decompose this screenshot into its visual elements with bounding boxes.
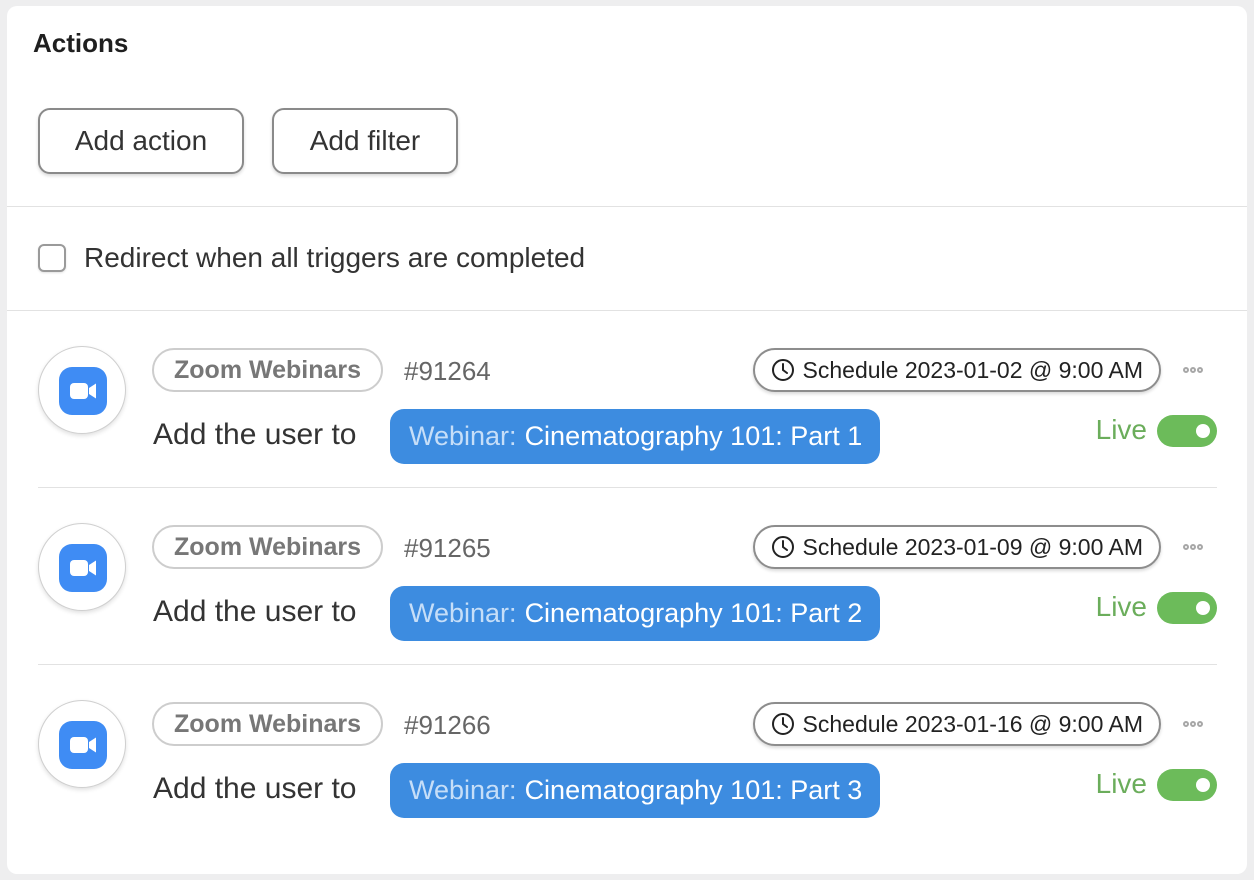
action-row: Zoom Webinars #91264 Schedule 2023-01-02…	[7, 311, 1247, 488]
zoom-video-icon	[59, 544, 107, 592]
schedule-text: Schedule 2023-01-09 @ 9:00 AM	[802, 533, 1143, 560]
section-title: Actions	[33, 28, 129, 58]
more-horizontal-icon[interactable]	[1183, 537, 1217, 551]
clock-icon	[771, 713, 794, 735]
add-filter-button[interactable]: Add filter	[272, 108, 458, 174]
zoom-video-icon	[59, 721, 107, 769]
service-avatar	[38, 346, 126, 434]
target-name: Cinematography 101: Part 3	[524, 775, 863, 805]
redirect-option[interactable]: Redirect when all triggers are completed	[38, 242, 585, 274]
action-description: Add the user to	[153, 595, 357, 628]
schedule-text: Schedule 2023-01-02 @ 9:00 AM	[802, 356, 1143, 383]
action-description: Add the user to	[153, 772, 357, 805]
webinar-target-pill[interactable]: Webinar: Cinematography 101: Part 2	[390, 586, 881, 641]
service-badge: Zoom Webinars	[152, 525, 384, 569]
action-row: Zoom Webinars #91266 Schedule 2023-01-16…	[7, 665, 1247, 842]
status-label: Live	[1095, 768, 1147, 799]
status-label: Live	[1095, 414, 1147, 445]
schedule-badge[interactable]: Schedule 2023-01-16 @ 9:00 AM	[752, 702, 1161, 746]
target-prefix: Webinar:	[409, 421, 517, 451]
service-avatar	[38, 700, 126, 788]
schedule-badge[interactable]: Schedule 2023-01-02 @ 9:00 AM	[752, 348, 1161, 392]
action-row: Zoom Webinars #91265 Schedule 2023-01-09…	[7, 488, 1247, 665]
actions-panel: Actions Add action Add filter Redirect w…	[7, 6, 1247, 874]
redirect-checkbox[interactable]	[38, 244, 66, 272]
live-toggle[interactable]	[1157, 592, 1217, 624]
action-id: #91264	[404, 356, 491, 386]
schedule-badge[interactable]: Schedule 2023-01-09 @ 9:00 AM	[752, 525, 1161, 569]
more-horizontal-icon[interactable]	[1183, 714, 1217, 728]
target-name: Cinematography 101: Part 2	[524, 598, 863, 628]
action-id: #91265	[404, 533, 491, 563]
target-name: Cinematography 101: Part 1	[524, 421, 863, 451]
service-badge: Zoom Webinars	[152, 348, 384, 392]
target-prefix: Webinar:	[409, 598, 517, 628]
webinar-target-pill[interactable]: Webinar: Cinematography 101: Part 3	[390, 763, 881, 818]
action-description: Add the user to	[153, 418, 357, 451]
redirect-label: Redirect when all triggers are completed	[84, 242, 586, 273]
status-label: Live	[1095, 591, 1147, 622]
live-toggle[interactable]	[1157, 769, 1217, 801]
divider	[7, 206, 1247, 207]
more-horizontal-icon[interactable]	[1183, 360, 1217, 374]
webinar-target-pill[interactable]: Webinar: Cinematography 101: Part 1	[390, 409, 881, 464]
service-avatar	[38, 523, 126, 611]
service-badge: Zoom Webinars	[152, 702, 384, 746]
add-action-button[interactable]: Add action	[38, 108, 244, 174]
clock-icon	[771, 536, 794, 558]
live-toggle[interactable]	[1157, 415, 1217, 447]
zoom-video-icon	[59, 367, 107, 415]
clock-icon	[771, 359, 794, 381]
target-prefix: Webinar:	[409, 775, 517, 805]
action-id: #91266	[404, 710, 491, 740]
schedule-text: Schedule 2023-01-16 @ 9:00 AM	[802, 710, 1143, 737]
